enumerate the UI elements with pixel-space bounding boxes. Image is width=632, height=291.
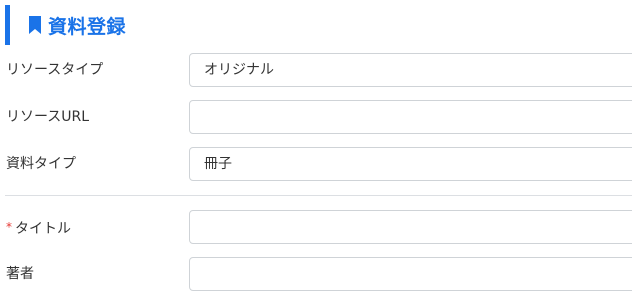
resource-url-label: リソースURL	[6, 109, 90, 125]
section-title: 資料登録	[48, 15, 127, 38]
resource-type-label: リソースタイプ	[6, 62, 104, 78]
resource-url-input[interactable]	[189, 100, 632, 134]
resource-registration-form: 資料登録 リソースタイプ オリジナル リソースURL 資料タイプ 冊子 * タイト…	[0, 0, 632, 291]
material-type-field[interactable]: 冊子	[189, 147, 632, 181]
resource-type-row: リソースタイプ オリジナル	[0, 53, 632, 87]
title-label: タイトル	[15, 221, 71, 237]
material-type-row: 資料タイプ 冊子	[0, 147, 632, 181]
author-row: 著者	[0, 257, 632, 291]
title-row: * タイトル	[0, 210, 632, 244]
divider	[5, 195, 632, 196]
section-header: 資料登録	[5, 5, 625, 45]
resource-url-row: リソースURL	[0, 100, 632, 134]
author-label: 著者	[6, 266, 34, 282]
required-mark: *	[6, 220, 12, 234]
author-input[interactable]	[189, 257, 632, 291]
resource-type-field[interactable]: オリジナル	[189, 53, 632, 87]
material-type-label: 資料タイプ	[6, 156, 76, 172]
bookmark-icon	[28, 16, 42, 34]
title-label-group: * タイトル	[6, 210, 71, 244]
title-input[interactable]	[189, 210, 632, 244]
